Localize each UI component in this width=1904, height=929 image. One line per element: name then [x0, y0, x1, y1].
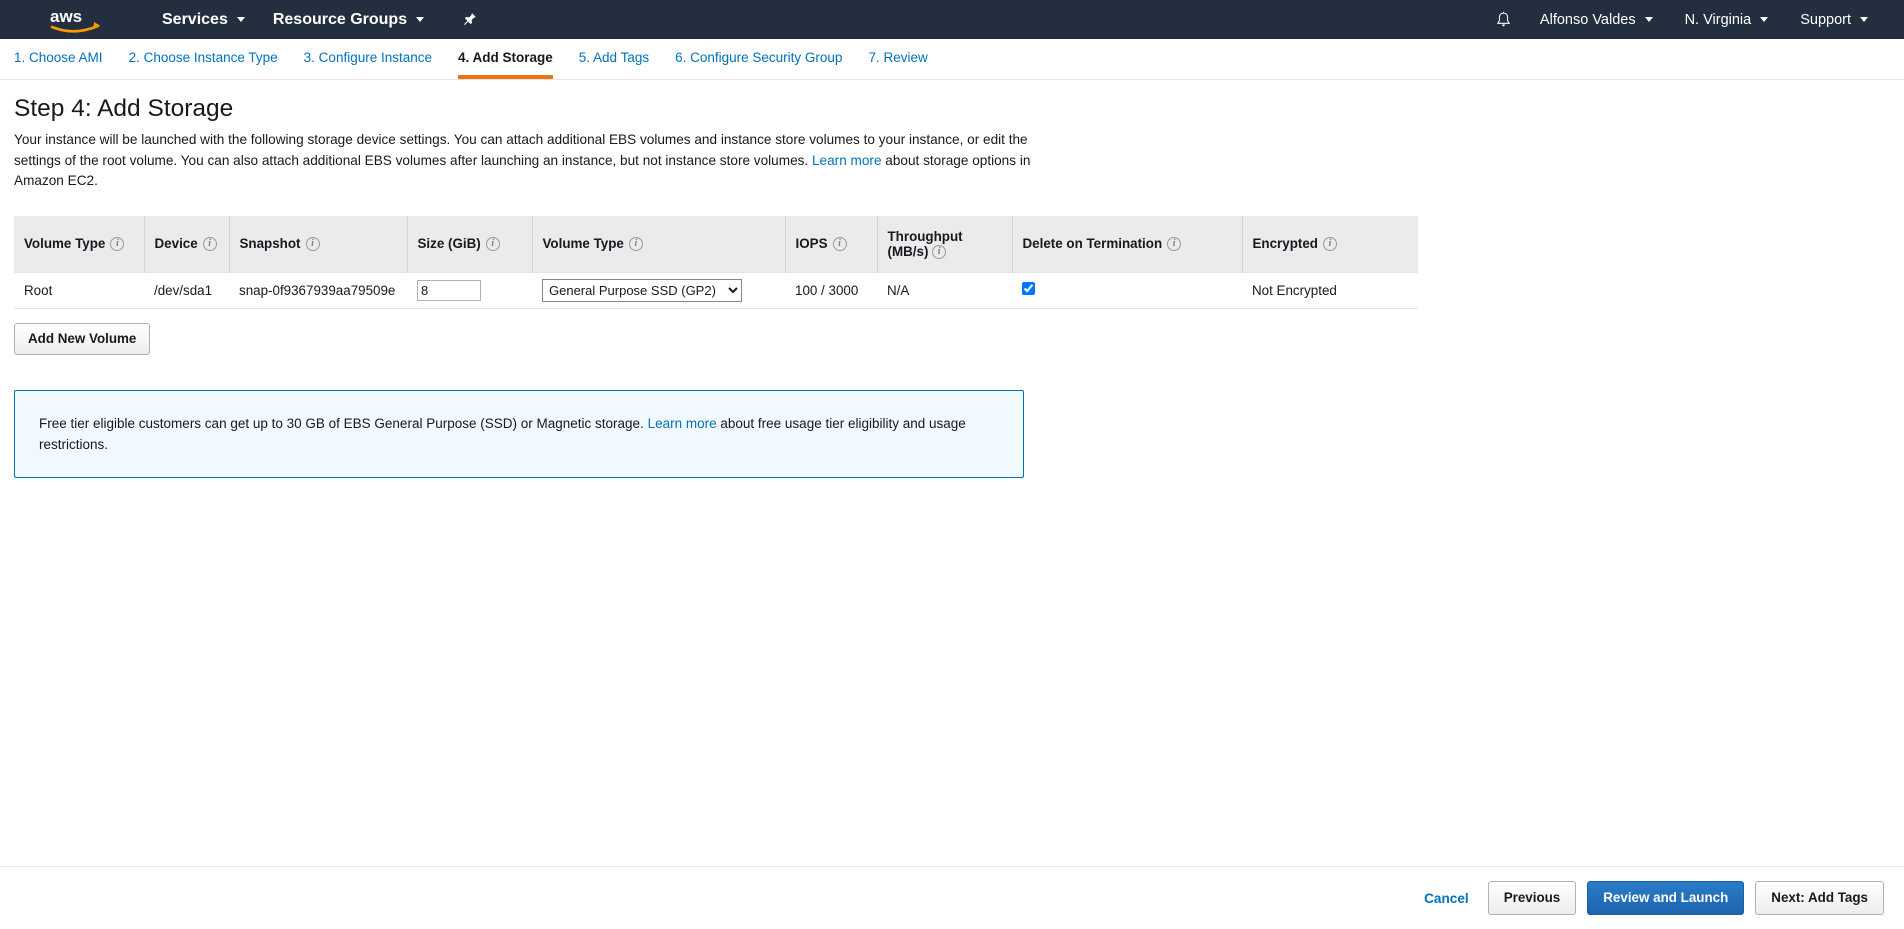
column-label: Volume Type	[542, 236, 624, 252]
pin-icon[interactable]	[452, 4, 487, 35]
chevron-down-icon	[1644, 17, 1653, 22]
cancel-button[interactable]: Cancel	[1424, 891, 1469, 906]
chevron-down-icon	[236, 17, 245, 22]
svg-text:aws: aws	[50, 7, 82, 26]
column-label-line1: Throughput	[887, 228, 963, 244]
cell-iops: 100 / 3000	[785, 271, 877, 309]
info-icon[interactable]: i	[1322, 236, 1337, 251]
top-navigation-bar: aws Services Resource Groups Alfonso Val…	[0, 0, 1904, 39]
review-and-launch-button[interactable]: Review and Launch	[1587, 881, 1745, 915]
nav-account-menu[interactable]: Alfonso Valdes	[1524, 2, 1669, 38]
info-icon[interactable]: i	[202, 236, 217, 251]
column-header-delete-on-termination: Delete on Termination i	[1011, 215, 1242, 273]
column-label: Encrypted	[1252, 236, 1318, 252]
cell-device: /dev/sda1	[144, 271, 229, 309]
free-tier-text-1: Free tier eligible customers can get up …	[39, 415, 644, 431]
chevron-down-icon	[1860, 17, 1868, 22]
wizard-footer: Cancel Previous Review and Launch Next: …	[0, 866, 1904, 929]
free-tier-info-box: Free tier eligible customers can get up …	[14, 389, 1024, 478]
column-label: Size (GiB)	[417, 236, 481, 252]
column-header-size: Size (GiB) i	[406, 215, 532, 273]
column-header-iops: IOPS i	[784, 215, 877, 273]
nav-resource-groups-label: Resource Groups	[272, 10, 408, 28]
next-add-tags-button[interactable]: Next: Add Tags	[1755, 881, 1884, 915]
column-label: Snapshot	[239, 236, 301, 252]
step-tab-configure-security-group[interactable]: 6. Configure Security Group	[675, 50, 842, 79]
table-row: Root /dev/sda1 snap-0f9367939aa79509e Ge…	[14, 271, 1418, 309]
table-header-row: Volume Type i Device i Snapshot i Size (…	[14, 215, 1418, 273]
nav-support-menu[interactable]: Support	[1784, 2, 1884, 38]
delete-on-termination-checkbox[interactable]	[1022, 282, 1035, 296]
nav-resource-groups-menu[interactable]: Resource Groups	[259, 1, 438, 39]
step-tab-choose-instance-type[interactable]: 2. Choose Instance Type	[129, 50, 278, 79]
step-tab-add-storage[interactable]: 4. Add Storage	[458, 50, 553, 79]
add-new-volume-button[interactable]: Add New Volume	[14, 322, 151, 355]
info-icon[interactable]: i	[1167, 236, 1182, 251]
column-label: Delete on Termination	[1022, 236, 1163, 252]
column-header-volume-type-root: Volume Type i	[14, 216, 144, 273]
step-tab-configure-instance[interactable]: 3. Configure Instance	[304, 50, 432, 79]
chevron-down-icon	[1760, 17, 1769, 22]
nav-right-group: Alfonso Valdes N. Virginia Support	[1483, 2, 1884, 38]
step-tab-add-tags[interactable]: 5. Add Tags	[579, 50, 649, 79]
bell-icon[interactable]	[1483, 3, 1524, 37]
nav-left-group: Services Resource Groups	[148, 1, 487, 39]
cell-delete-on-termination	[1012, 271, 1242, 309]
info-icon[interactable]: i	[628, 236, 643, 251]
info-icon[interactable]: i	[832, 236, 847, 251]
add-new-volume-container: Add New Volume	[14, 322, 1890, 355]
wizard-step-tabs: 1. Choose AMI 2. Choose Instance Type 3.…	[0, 39, 1904, 80]
info-icon[interactable]: i	[932, 244, 947, 259]
cell-throughput: N/A	[877, 271, 1012, 309]
column-header-throughput: Throughput (MB/s) i	[876, 215, 1012, 273]
nav-account-label: Alfonso Valdes	[1539, 11, 1636, 28]
volume-type-select[interactable]: General Purpose SSD (GP2)	[542, 278, 742, 302]
column-header-snapshot: Snapshot i	[228, 215, 407, 273]
column-label: Device	[154, 236, 198, 252]
previous-button[interactable]: Previous	[1487, 881, 1577, 915]
nav-services-label: Services	[162, 10, 228, 28]
nav-services-menu[interactable]: Services	[148, 1, 259, 39]
aws-logo[interactable]: aws	[48, 5, 104, 35]
column-label-line2: (MB/s)	[887, 243, 929, 259]
page-description: Your instance will be launched with the …	[14, 130, 1036, 192]
step-tab-review[interactable]: 7. Review	[868, 50, 927, 79]
cell-snapshot: snap-0f9367939aa79509e	[229, 271, 407, 309]
main-content: Step 4: Add Storage Your instance will b…	[0, 80, 1904, 478]
column-label: IOPS	[795, 236, 828, 252]
cell-size	[407, 271, 532, 309]
storage-volumes-table: Volume Type i Device i Snapshot i Size (…	[14, 215, 1418, 309]
column-header-device: Device i	[143, 215, 229, 273]
nav-support-label: Support	[1800, 11, 1851, 28]
step-tab-choose-ami[interactable]: 1. Choose AMI	[14, 50, 103, 79]
cell-encrypted: Not Encrypted	[1242, 271, 1418, 309]
size-input[interactable]	[417, 279, 481, 301]
cell-volume-type-root: Root	[14, 271, 144, 309]
cell-volume-type-select: General Purpose SSD (GP2)	[532, 271, 785, 309]
chevron-down-icon	[416, 17, 425, 22]
nav-region-menu[interactable]: N. Virginia	[1669, 2, 1785, 38]
column-header-encrypted: Encrypted i	[1241, 215, 1418, 273]
column-header-volume-type-select: Volume Type i	[531, 215, 785, 273]
page-title: Step 4: Add Storage	[14, 95, 234, 122]
info-icon[interactable]: i	[485, 236, 500, 251]
storage-options-learn-more-link[interactable]: Learn more	[812, 153, 882, 168]
column-label: Volume Type	[24, 236, 106, 252]
nav-region-label: N. Virginia	[1684, 11, 1752, 28]
info-icon[interactable]: i	[305, 236, 320, 251]
info-icon[interactable]: i	[110, 236, 125, 251]
free-tier-learn-more-link[interactable]: Learn more	[648, 416, 717, 431]
